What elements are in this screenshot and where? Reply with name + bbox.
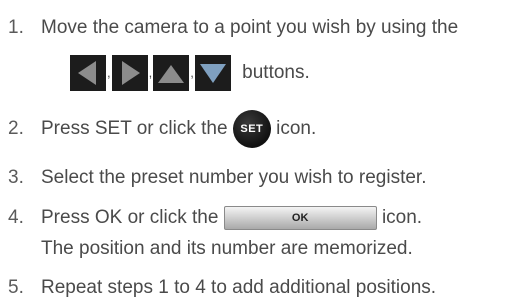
separator: ,	[148, 65, 153, 80]
step-text-suffix: buttons.	[242, 62, 310, 83]
step-1-buttons-line: , , , buttons.	[70, 53, 310, 93]
step-text: Select the preset number you wish to reg…	[41, 167, 427, 188]
step-text: Press OK or click the	[41, 207, 219, 229]
step-number: 4.	[8, 207, 24, 228]
down-arrow-icon[interactable]	[194, 54, 231, 91]
step-number: 5.	[8, 277, 24, 298]
step-number: 1.	[8, 17, 24, 38]
left-arrow-icon[interactable]	[70, 54, 106, 91]
step-number: 3.	[8, 167, 24, 188]
step-number: 2.	[8, 118, 24, 139]
set-icon[interactable]: SET	[232, 109, 271, 148]
step-text: Press SET or click the	[41, 118, 228, 139]
up-arrow-icon[interactable]	[153, 54, 190, 91]
step-text: Move the camera to a point you wish by u…	[41, 17, 459, 38]
step-text-suffix: icon.	[381, 207, 423, 229]
step-text: Repeat steps 1 to 4 to add additional po…	[41, 277, 437, 298]
right-arrow-icon[interactable]	[111, 54, 148, 91]
separator: ,	[190, 65, 194, 80]
step-text-suffix: icon.	[276, 118, 317, 139]
ok-icon[interactable]: OK	[223, 206, 377, 230]
step-text: The position and its number are memorize…	[41, 238, 413, 259]
separator: ,	[107, 65, 111, 80]
